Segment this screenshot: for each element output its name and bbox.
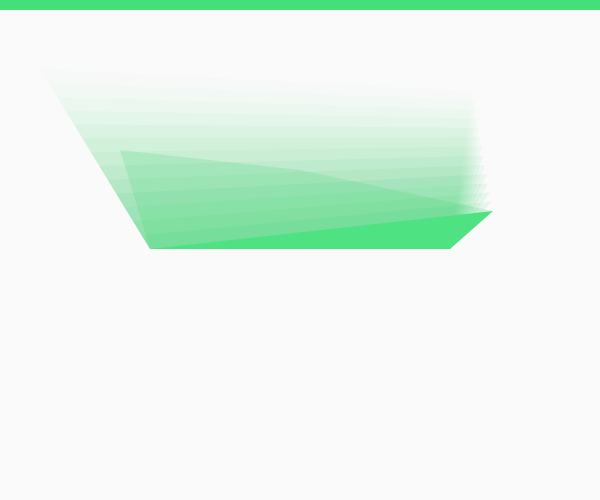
drawing-canvas	[0, 0, 600, 500]
fan-graphic	[73, 124, 493, 249]
app-root	[0, 0, 600, 500]
